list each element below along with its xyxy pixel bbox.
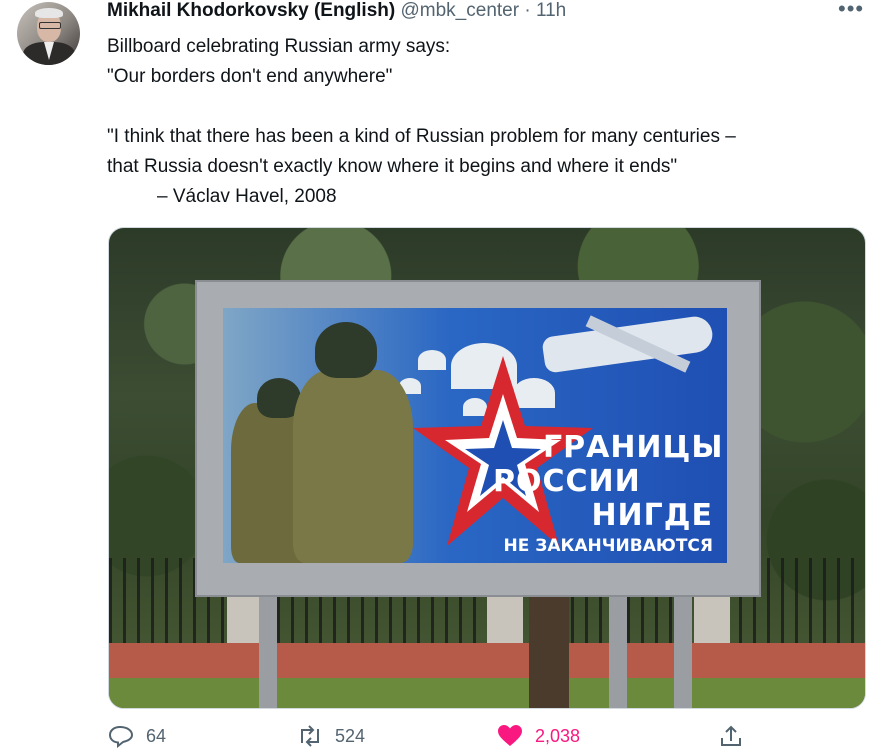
- photo-grass: [109, 678, 865, 708]
- tweet-actions: 64 524 2,038: [0, 722, 885, 750]
- billboard-text: ГРАНИЦЫ: [543, 430, 724, 465]
- tweet-timestamp[interactable]: 11h: [536, 0, 566, 21]
- heart-icon: [497, 724, 523, 748]
- retweet-count: 524: [335, 725, 366, 746]
- share-icon: [718, 724, 744, 748]
- tweet-text-line: Billboard celebrating Russian army says:: [107, 36, 451, 57]
- reply-count: 64: [146, 725, 167, 746]
- billboard-text: НИГДЕ: [591, 498, 713, 533]
- author-name[interactable]: Mikhail Khodorkovsky (English): [107, 0, 395, 21]
- photo-brick-wall: [109, 643, 865, 683]
- tweet-text-line: that Russia doesn't exactly know where i…: [107, 156, 678, 177]
- reply-icon: [108, 724, 134, 749]
- tweet-photo[interactable]: ГРАНИЦЫ РОССИИ НИГДЕ НЕ ЗАКАНЧИВАЮТСЯ: [108, 227, 866, 709]
- reply-button[interactable]: 64: [108, 722, 166, 750]
- retweet-button[interactable]: 524: [297, 722, 365, 750]
- retweet-icon: [297, 724, 323, 748]
- like-button[interactable]: 2,038: [497, 722, 580, 750]
- billboard: ГРАНИЦЫ РОССИИ НИГДЕ НЕ ЗАКАНЧИВАЮТСЯ: [223, 308, 727, 563]
- billboard-soldier: [293, 370, 413, 563]
- billboard-text: РОССИИ: [493, 464, 641, 499]
- billboard-text: НЕ ЗАКАНЧИВАЮТСЯ: [503, 536, 713, 556]
- avatar-glasses: [39, 22, 61, 29]
- like-count: 2,038: [535, 725, 581, 746]
- tweet-text-line: "Our borders don't end anywhere": [107, 66, 393, 87]
- tweet-text-line: "I think that there has been a kind of R…: [107, 126, 736, 147]
- quote-attribution: – Václav Havel, 2008: [157, 186, 337, 207]
- avatar-hair: [35, 8, 63, 18]
- billboard-soldier-helmet: [315, 322, 377, 378]
- share-button[interactable]: [718, 722, 744, 750]
- tweet-text: Billboard celebrating Russian army says:…: [107, 32, 867, 212]
- author-handle[interactable]: @mbk_center: [401, 0, 520, 21]
- avatar[interactable]: [17, 2, 80, 65]
- tweet-header: Mikhail Khodorkovsky (English) @mbk_cent…: [107, 0, 566, 24]
- more-options-icon[interactable]: •••: [838, 0, 864, 22]
- separator-dot: ·: [524, 0, 531, 21]
